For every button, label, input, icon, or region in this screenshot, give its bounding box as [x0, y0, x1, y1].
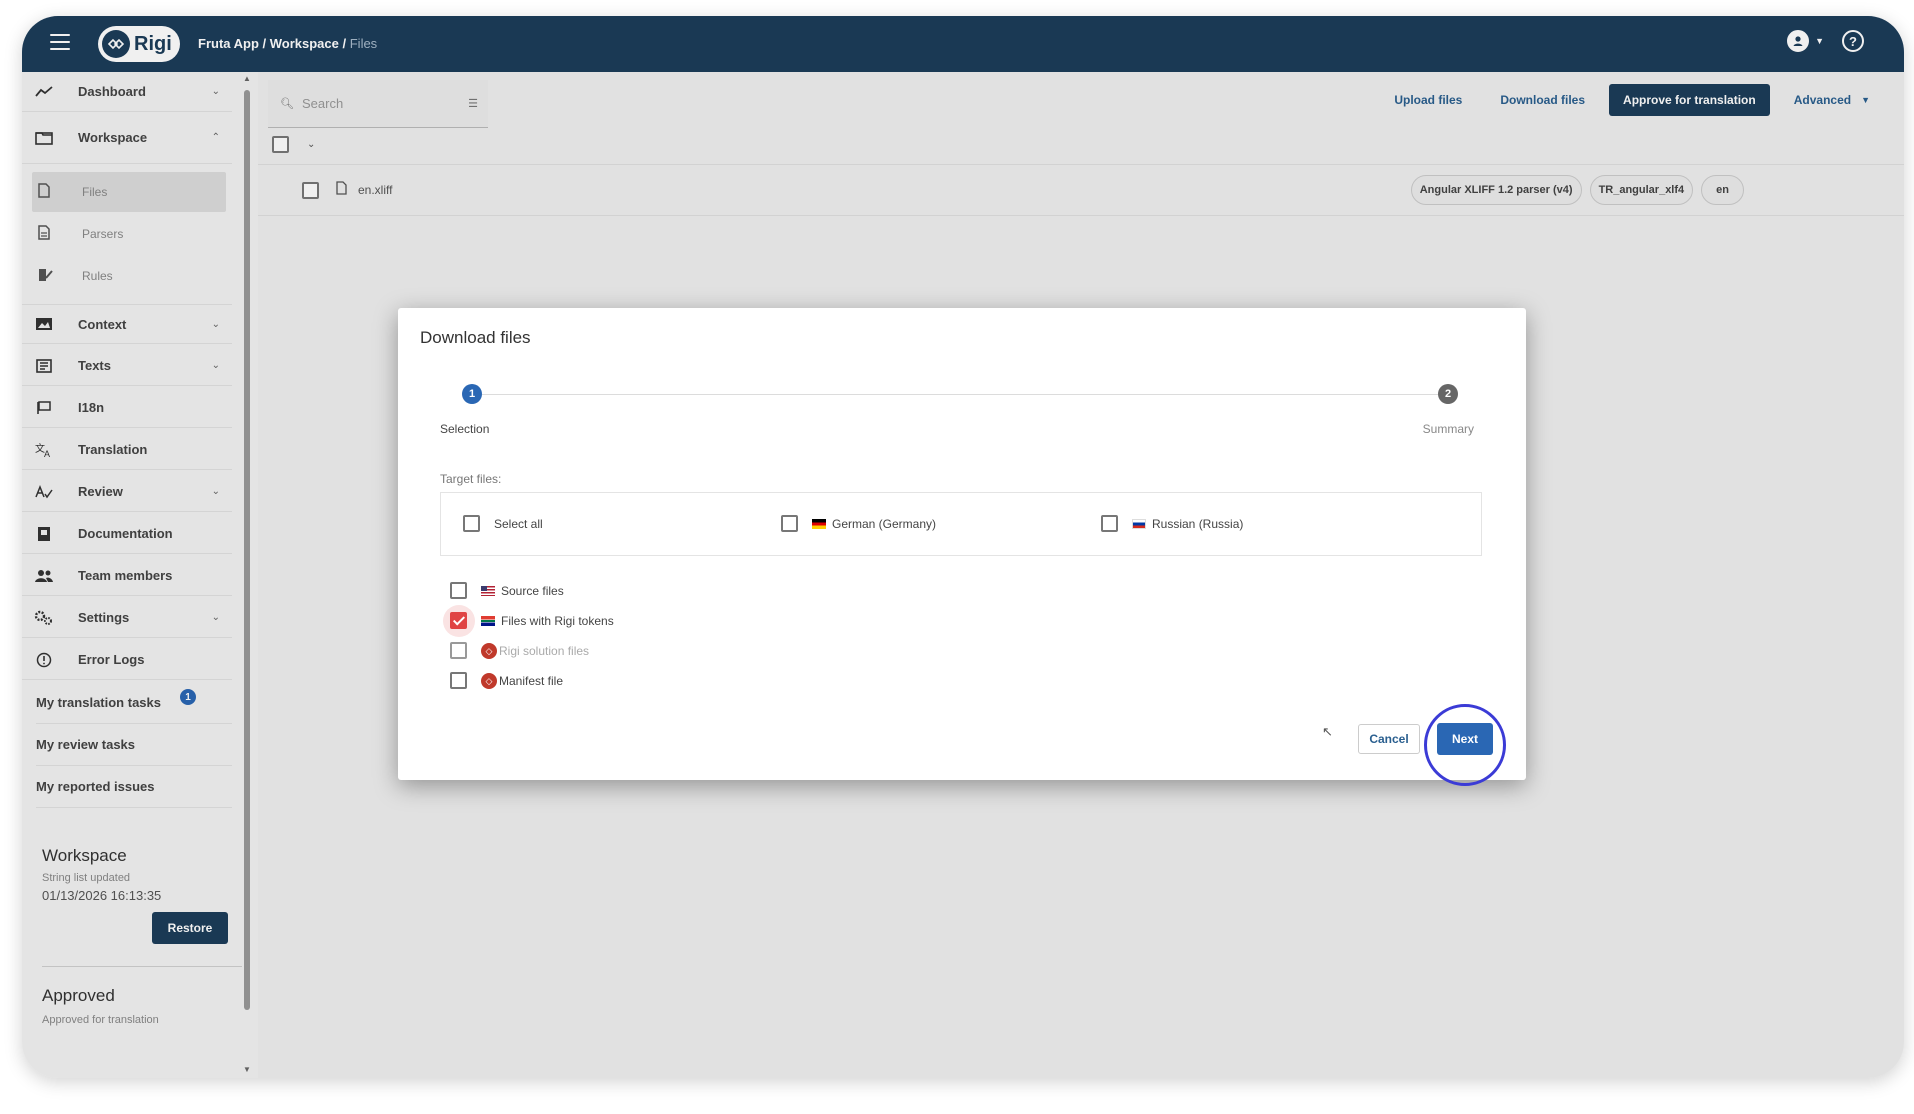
rigi-solution-files-checkbox[interactable]	[450, 642, 467, 659]
source-files-checkbox[interactable]	[450, 582, 467, 599]
app-window: Rigi Fruta App / Workspace / Files ▼ ? D…	[22, 16, 1904, 1078]
dialog-title: Download files	[420, 328, 531, 347]
german-option[interactable]: German (Germany)	[781, 515, 936, 532]
step-2-indicator: 2	[1438, 384, 1458, 404]
rigi-tokens-option[interactable]: Files with Rigi tokens	[450, 612, 614, 629]
rigi-logo-icon: ◇	[481, 642, 497, 659]
option-label: Manifest file	[499, 673, 564, 688]
select-all-option[interactable]: Select all	[463, 515, 543, 532]
option-label: German (Germany)	[832, 516, 937, 531]
german-checkbox[interactable]	[781, 515, 798, 532]
rigi-tokens-checkbox[interactable]	[450, 612, 467, 629]
option-label: Files with Rigi tokens	[501, 613, 614, 628]
option-label: Russian (Russia)	[1152, 516, 1244, 531]
select-all-checkbox[interactable]	[463, 515, 480, 532]
rigi-logo-icon: ◇	[481, 672, 497, 689]
us-flag-icon	[481, 585, 495, 596]
russian-checkbox[interactable]	[1101, 515, 1118, 532]
next-button[interactable]: Next	[1437, 723, 1493, 755]
target-files-label: Target files:	[440, 472, 502, 486]
option-label: Source files	[501, 583, 564, 598]
stepper-line	[482, 394, 1442, 395]
option-label: Select all	[494, 516, 543, 531]
cancel-button[interactable]: Cancel	[1358, 724, 1420, 754]
rigi-solution-files-option[interactable]: ◇ Rigi solution files	[450, 642, 589, 659]
za-flag-icon	[481, 615, 495, 626]
russian-option[interactable]: Russian (Russia)	[1101, 515, 1243, 532]
step-1-indicator: 1	[462, 384, 482, 404]
manifest-file-checkbox[interactable]	[450, 672, 467, 689]
download-files-dialog: Download files 1 2 Selection Summary Tar…	[398, 308, 1526, 786]
step-2-label: Summary	[1422, 422, 1474, 436]
manifest-file-option[interactable]: ◇ Manifest file	[450, 672, 563, 689]
target-files-group: Select all German (Germany) Russian (Rus…	[440, 492, 1482, 556]
option-label: Rigi solution files	[499, 643, 590, 658]
russian-flag-icon	[1132, 518, 1146, 529]
source-files-option[interactable]: Source files	[450, 582, 564, 599]
step-1-label: Selection	[440, 422, 490, 436]
german-flag-icon	[812, 518, 826, 529]
mouse-cursor-icon: ↖	[1322, 724, 1333, 739]
